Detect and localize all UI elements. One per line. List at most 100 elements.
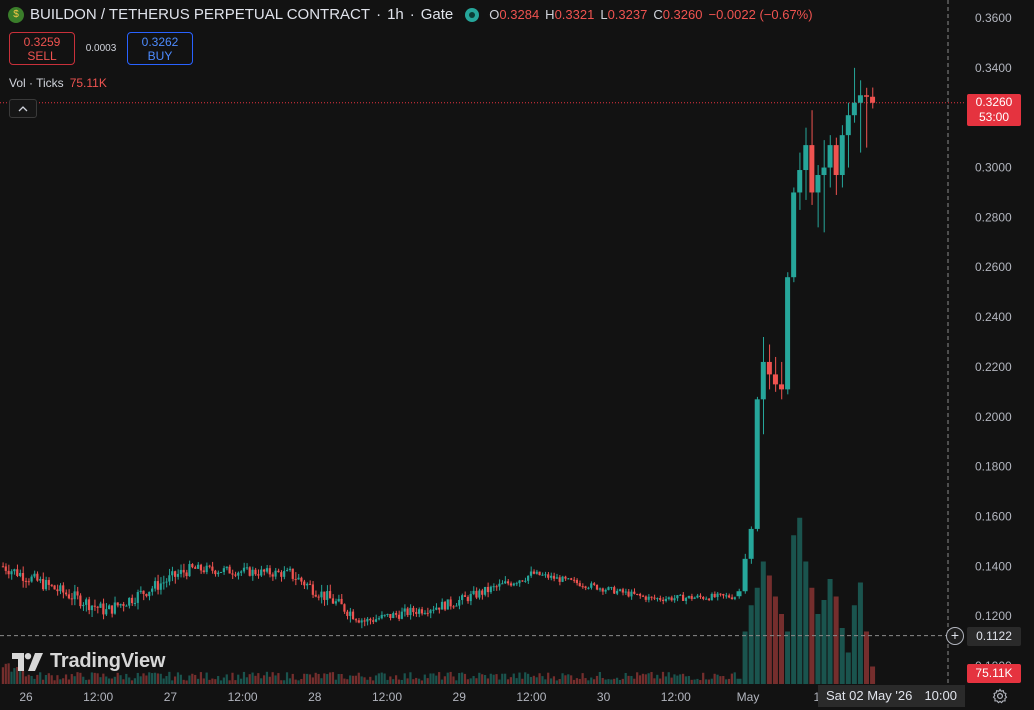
volume-bar [288, 678, 291, 684]
volume-bar [512, 673, 515, 684]
candle-body [481, 590, 484, 595]
candle-body [466, 596, 469, 602]
candle-body [567, 578, 570, 580]
candle-body [99, 603, 102, 608]
candle-body [461, 595, 464, 600]
candle-body [742, 558, 748, 592]
candle-body [188, 564, 191, 577]
volume-bar [644, 674, 647, 684]
volume-bar [67, 679, 71, 684]
candle-body [863, 95, 869, 97]
volume-bar [234, 680, 237, 684]
candle-body [558, 577, 561, 582]
candle-body [659, 598, 662, 600]
candle-body [366, 618, 369, 622]
high-value: 0.3321 [554, 7, 595, 22]
status-dot-icon[interactable] [465, 7, 480, 22]
candle-body [495, 586, 498, 588]
volume-bar [225, 674, 228, 684]
candle-body [36, 573, 39, 581]
volume-bar [7, 663, 10, 684]
candle-body [710, 593, 713, 601]
candle-body [397, 614, 401, 619]
candle-body [76, 591, 79, 596]
low-value: 0.3237 [607, 7, 648, 22]
volume-bar [139, 676, 142, 684]
volume-bar [188, 675, 191, 684]
collapse-legend-button[interactable] [9, 99, 37, 118]
volume-bar [346, 679, 349, 684]
interval-label[interactable]: 1h [387, 6, 404, 23]
candle-body [478, 590, 481, 598]
volume-legend-value: 75.11K [69, 76, 107, 90]
volume-bar [727, 678, 731, 684]
candle-body [707, 598, 711, 601]
volume-bar [208, 679, 211, 684]
volume-bar [593, 679, 596, 684]
volume-bar [182, 679, 185, 684]
volume-bar [670, 677, 673, 684]
candle-body [555, 577, 558, 579]
candle-body [766, 361, 772, 375]
volume-bar [308, 674, 312, 684]
volume-bar [478, 672, 481, 684]
volume-bar [733, 672, 736, 684]
volume-bar [93, 672, 96, 684]
time-axis-label: 12:00 [516, 690, 546, 704]
volume-bar [839, 628, 845, 684]
candle-body [572, 579, 576, 581]
volume-bar [291, 673, 294, 684]
volume-bar [547, 672, 550, 684]
price-axis-label: 0.1400 [975, 559, 1012, 573]
candle-body [541, 574, 544, 576]
volume-bar [851, 605, 857, 684]
gear-icon[interactable] [992, 688, 1008, 704]
candle-body [369, 618, 372, 621]
candle-body [458, 599, 461, 606]
volume-bar [311, 677, 314, 684]
volume-bar [306, 673, 309, 684]
candle-body [214, 570, 217, 575]
candle-body [380, 614, 383, 619]
volume-bar [136, 672, 139, 684]
buy-button[interactable]: 0.3262 BUY [127, 32, 193, 65]
candle-body [27, 581, 30, 583]
volume-bar [128, 677, 131, 684]
volume-bar [564, 675, 567, 684]
candle-body [406, 608, 409, 616]
plus-icon[interactable]: + [946, 627, 964, 645]
candle-body [41, 578, 45, 590]
volume-bar [277, 673, 280, 684]
crosshair-time: 10:00 [924, 688, 957, 703]
candle-body [452, 606, 455, 608]
candle-body [340, 598, 343, 605]
volume-bar [845, 652, 851, 684]
candle-body [291, 568, 294, 579]
price-chart[interactable]: 0.36000.34000.32000.30000.28000.26000.24… [0, 0, 1034, 710]
volume-bar [584, 678, 587, 684]
volume-bar [495, 674, 498, 684]
high-label: H [545, 7, 555, 22]
candle-body [377, 618, 380, 620]
candle-body [174, 571, 177, 577]
candle-body [440, 601, 444, 610]
volume-bar [331, 672, 335, 684]
sell-button[interactable]: 0.3259 SELL [9, 32, 75, 65]
candle-body [527, 575, 530, 581]
candle-body [300, 577, 303, 582]
candle-body [4, 566, 7, 571]
candle-body [257, 574, 260, 576]
volume-bar [245, 677, 248, 684]
volume-legend[interactable]: Vol · Ticks 75.11K [9, 76, 107, 90]
volume-bar [176, 672, 180, 684]
symbol-name[interactable]: BUILDON / TETHERUS PERPETUAL CONTRACT [30, 6, 370, 23]
volume-bar [469, 678, 472, 684]
price-axis-label: 0.3000 [975, 161, 1012, 175]
volume-bar [613, 678, 616, 684]
candle-body [483, 586, 487, 595]
volume-bar [24, 676, 27, 684]
candle-body [13, 569, 16, 572]
candle-body [268, 568, 271, 575]
candle-body [162, 582, 165, 584]
volume-bar [455, 680, 458, 684]
